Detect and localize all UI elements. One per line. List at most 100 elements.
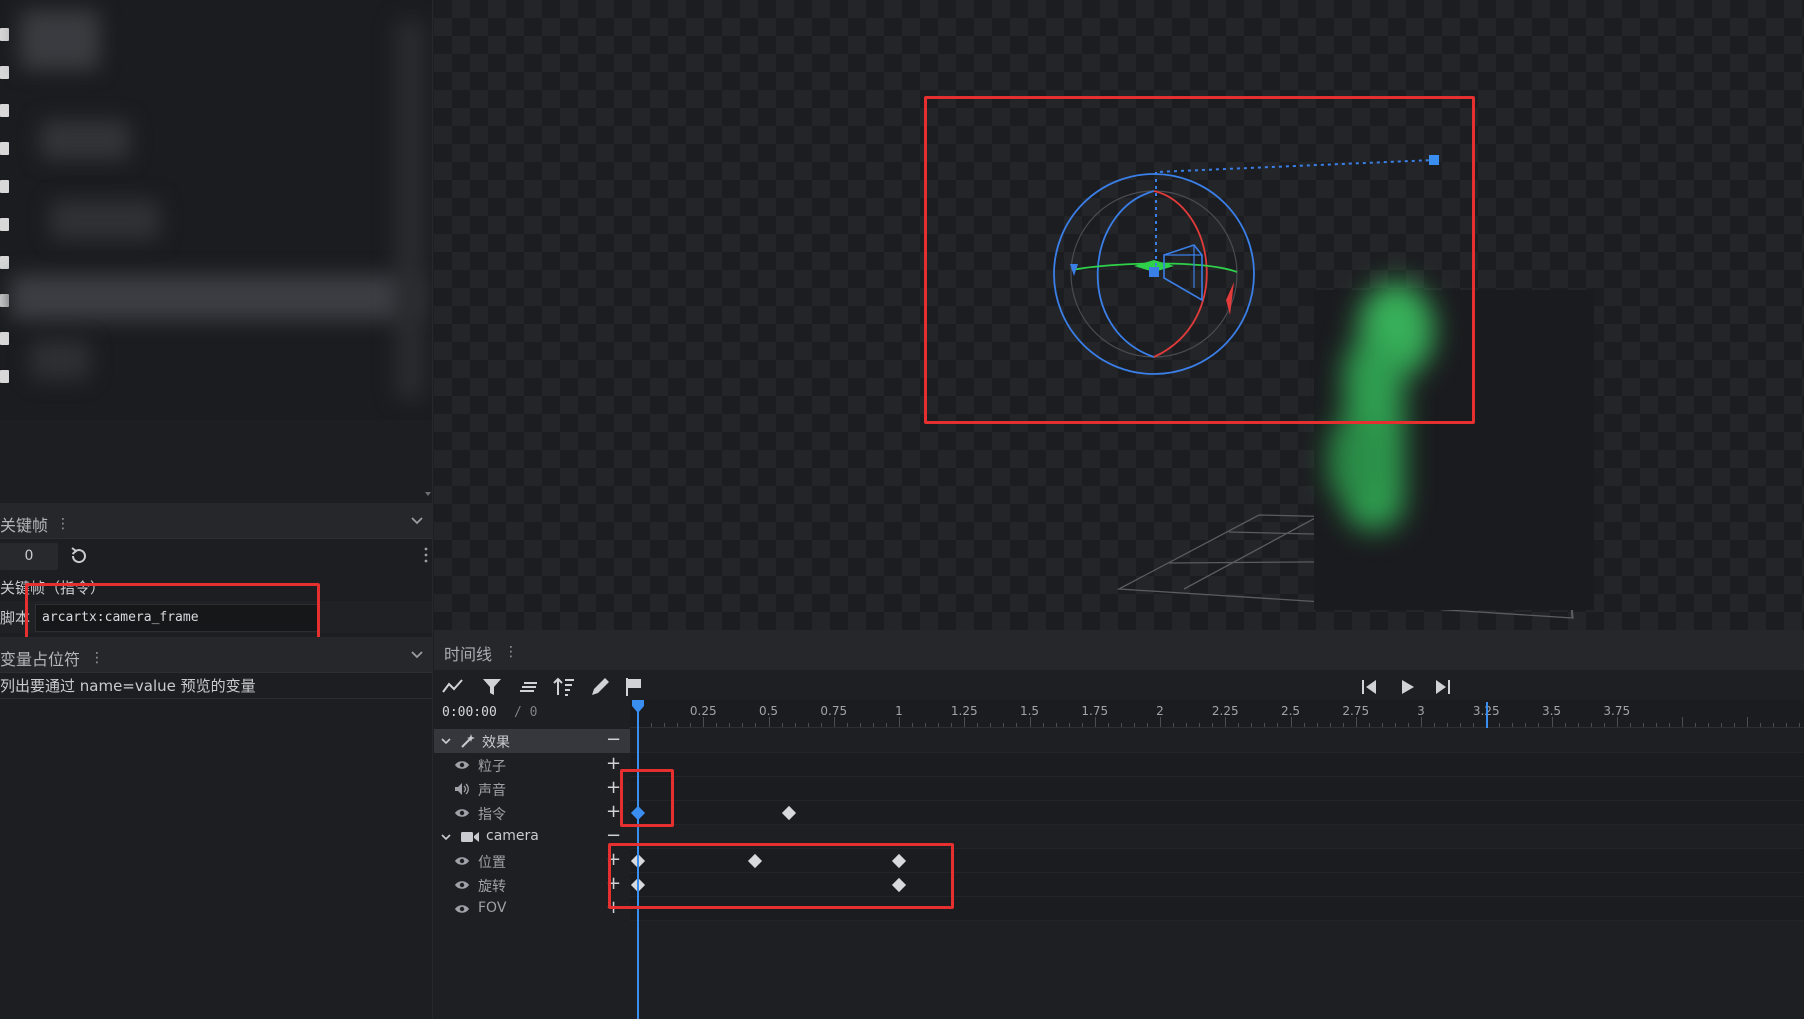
collapse-minus-icon[interactable]: − (606, 826, 621, 846)
track-rotation[interactable]: 旋转 + (434, 873, 630, 897)
ruler-tick (1264, 723, 1266, 727)
keyframe-diamond[interactable] (891, 877, 907, 893)
track-group-effects[interactable]: 效果 − (434, 729, 630, 753)
blurred-item (30, 340, 90, 380)
kebab-icon[interactable]: ⋮ (90, 650, 104, 666)
pencil-icon[interactable] (587, 674, 613, 700)
ruler-tick (1081, 723, 1083, 727)
kebab-icon[interactable] (420, 545, 432, 565)
track-label-fov: FOV (478, 900, 507, 916)
play-icon[interactable] (1394, 674, 1420, 700)
tick-label: 2.5 (1280, 704, 1301, 718)
ruler-tick (1055, 723, 1057, 727)
eye-icon[interactable] (454, 759, 470, 771)
track-lane-sound[interactable] (630, 777, 1804, 801)
chevron-down-icon[interactable] (440, 831, 452, 843)
film-icon (0, 332, 9, 345)
ruler-tick (664, 723, 666, 727)
keyframe-diamond[interactable] (782, 805, 797, 821)
track-sound[interactable]: 声音 + (434, 777, 630, 801)
ruler-tick (755, 723, 757, 727)
eye-icon[interactable] (454, 807, 470, 819)
track-lane-camera (630, 825, 1804, 849)
blurred-asset-list (0, 0, 432, 420)
playhead-handle[interactable] (630, 700, 646, 714)
chevron-down-icon[interactable] (440, 735, 452, 747)
ruler-tick (742, 723, 744, 727)
add-keyframe-icon[interactable]: + (606, 778, 621, 798)
curve-icon[interactable] (440, 674, 466, 700)
ruler-tick (1160, 717, 1161, 727)
track-lane-command[interactable] (630, 801, 1804, 825)
script-label: 脚本 (0, 609, 31, 627)
film-icon (0, 180, 9, 193)
track-command[interactable]: 指令 + (434, 801, 630, 825)
reset-icon[interactable] (67, 544, 91, 568)
track-lane-position[interactable] (630, 849, 1804, 873)
ruler-tick (1434, 723, 1436, 727)
add-keyframe-icon[interactable]: + (606, 754, 621, 774)
eye-icon[interactable] (454, 879, 470, 891)
keyframe-command-label: 关键帧（指令） (0, 579, 106, 597)
kebab-icon[interactable]: ⋮ (504, 644, 518, 660)
ruler-tick (1721, 723, 1723, 727)
align-icon[interactable] (516, 674, 542, 700)
ruler-tick (1107, 723, 1109, 727)
track-lane-fov[interactable] (630, 897, 1804, 921)
ruler-tick (1525, 723, 1527, 727)
ruler-tick (651, 723, 653, 727)
keyframe-diamond[interactable] (748, 853, 763, 869)
ruler-tick (1773, 723, 1775, 727)
blurred-item-selected (10, 275, 420, 320)
script-input[interactable]: arcartx:camera_frame (35, 604, 320, 632)
kebab-icon[interactable]: ⋮ (56, 516, 70, 532)
ruler-tick (1186, 723, 1188, 727)
add-keyframe-icon[interactable]: + (606, 874, 621, 894)
keyframe-diamond[interactable] (891, 853, 907, 869)
film-icon (0, 294, 9, 307)
tick-label: 1.75 (1081, 704, 1109, 718)
ruler-tick (1173, 723, 1175, 727)
playhead-line[interactable] (637, 702, 639, 1019)
track-lane-rotation[interactable] (630, 873, 1804, 897)
frame-index-input[interactable]: 0 (0, 543, 58, 570)
time-ruler[interactable]: 0.250.50.7511.251.51.7522.252.52.7533.25… (630, 700, 1804, 728)
tick-label: 3.5 (1541, 704, 1562, 718)
eye-icon[interactable] (454, 903, 470, 915)
blurred-item (20, 10, 100, 70)
ruler-tick (846, 723, 848, 727)
end-marker[interactable] (1486, 702, 1488, 728)
track-label-sound: 声音 (478, 783, 506, 799)
ruler-tick (1316, 723, 1318, 727)
collapse-minus-icon[interactable]: − (606, 730, 621, 750)
skip-end-icon[interactable] (1430, 674, 1456, 700)
skip-start-icon[interactable] (1356, 674, 1382, 700)
sort-icon[interactable] (551, 674, 577, 700)
eye-icon[interactable] (454, 855, 470, 867)
track-group-camera[interactable]: camera − (434, 825, 630, 849)
track-label-camera: camera (486, 828, 539, 844)
track-particles[interactable]: 粒子 + (434, 753, 630, 777)
timeline-header: 时间线 ⋮ (434, 630, 1804, 670)
variables-section-header[interactable]: 变量占位符 ⋮ (0, 637, 432, 673)
track-fov[interactable]: FOV + (434, 897, 630, 921)
ruler-tick (794, 723, 796, 727)
keyframe-section-header[interactable]: 关键帧 ⋮ (0, 503, 432, 539)
add-keyframe-icon[interactable]: + (606, 802, 621, 822)
chevron-down-icon[interactable] (409, 513, 425, 529)
viewport-scene (1053, 155, 1594, 619)
ruler-tick (1603, 723, 1605, 727)
scroll-down-arrow[interactable] (425, 492, 431, 496)
speaker-icon[interactable] (454, 782, 470, 796)
ruler-tick (1668, 723, 1670, 727)
ruler-tick (1381, 723, 1383, 727)
filter-icon[interactable] (479, 674, 505, 700)
chevron-down-icon[interactable] (409, 647, 425, 663)
track-position[interactable]: 位置 + (434, 849, 630, 873)
add-keyframe-icon[interactable]: + (606, 850, 621, 870)
flag-icon[interactable] (621, 674, 647, 700)
track-lane-particles[interactable] (630, 753, 1804, 777)
ruler-tick (1577, 723, 1579, 727)
scene-viewport[interactable] (434, 0, 1804, 630)
add-keyframe-icon[interactable]: + (606, 898, 621, 918)
